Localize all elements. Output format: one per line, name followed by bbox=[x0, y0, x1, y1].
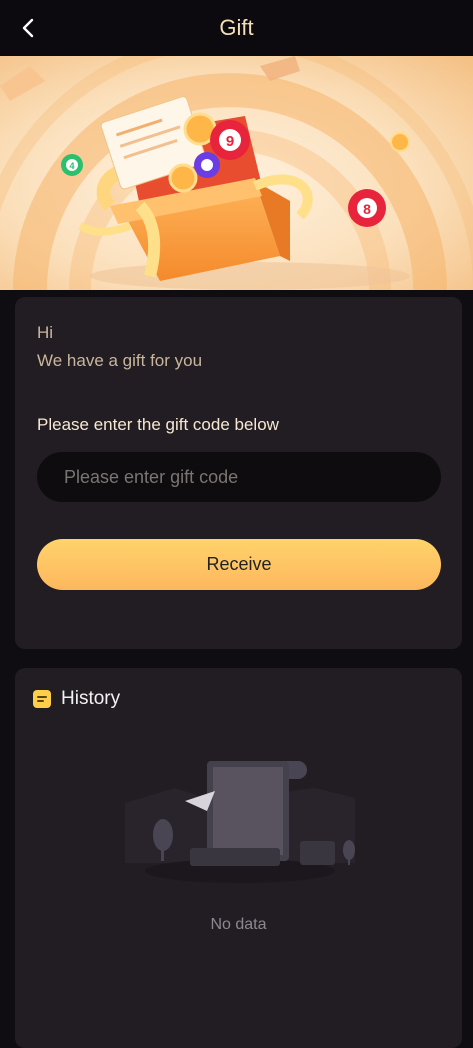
chevron-left-icon bbox=[22, 18, 34, 38]
ball-8-label: 8 bbox=[363, 201, 371, 217]
history-title: History bbox=[61, 688, 121, 709]
notepad-icon bbox=[33, 690, 51, 708]
gift-card: Hi We have a gift for you Please enter t… bbox=[15, 297, 462, 649]
top-bar: Gift bbox=[0, 0, 473, 56]
empty-state-illustration bbox=[125, 761, 355, 883]
history-header: History bbox=[32, 688, 120, 710]
receive-button[interactable]: Receive bbox=[37, 539, 441, 590]
gift-banner: 9 4 8 bbox=[0, 56, 473, 290]
gift-code-input[interactable] bbox=[37, 452, 441, 502]
greeting-text: Hi bbox=[37, 323, 54, 342]
gift-code-label: Please enter the gift code below bbox=[37, 415, 279, 434]
ball-9-label: 9 bbox=[226, 133, 234, 150]
back-button[interactable] bbox=[14, 14, 42, 42]
history-card: History No data bbox=[15, 668, 462, 1048]
page-title: Gift bbox=[219, 15, 254, 40]
ball-4-label: 4 bbox=[69, 161, 74, 171]
empty-state-text: No data bbox=[210, 916, 267, 933]
gift-subtitle: We have a gift for you bbox=[37, 351, 203, 370]
